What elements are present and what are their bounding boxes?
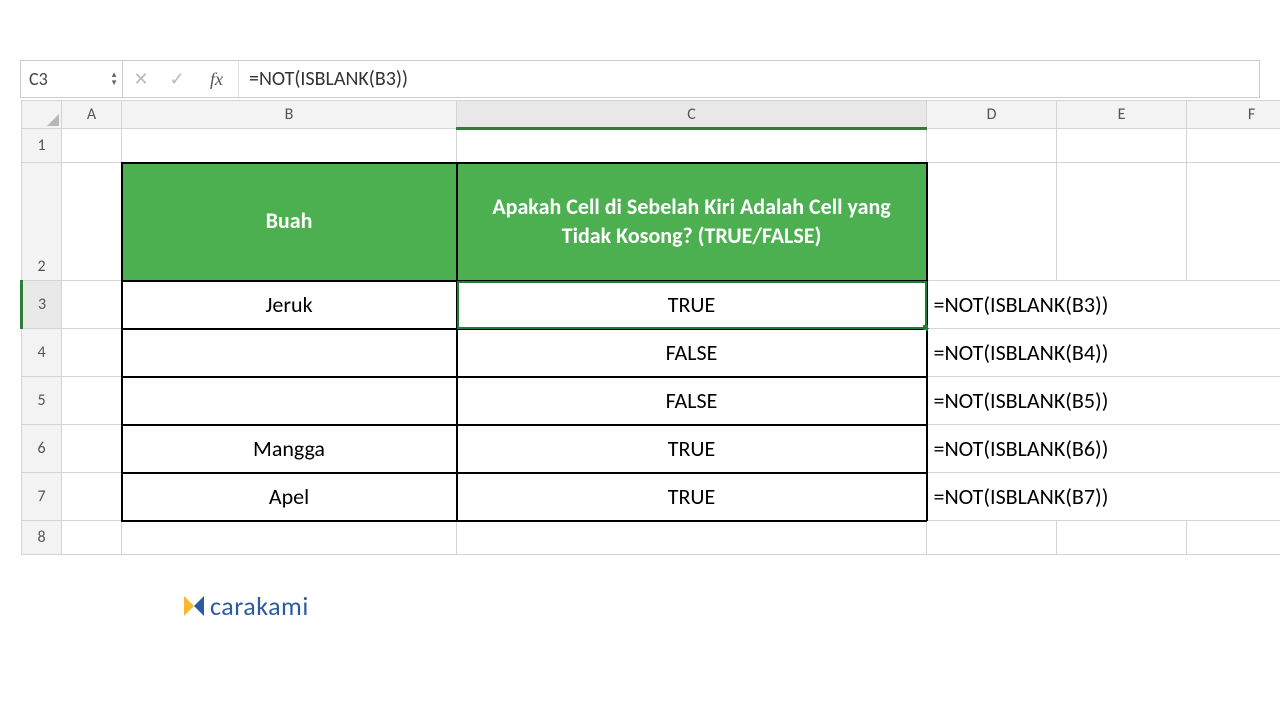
row-header[interactable]: 7 (22, 473, 62, 521)
cell-c8[interactable] (457, 521, 927, 555)
cell-a7[interactable] (62, 473, 122, 521)
spreadsheet-grid[interactable]: A B C D E F 1 2 Buah Apakah (20, 100, 1280, 555)
formula-text: =NOT(ISBLANK(B3)) (249, 67, 408, 91)
col-header-b[interactable]: B (122, 101, 457, 129)
check-icon: ✓ (169, 68, 184, 90)
cell-formula[interactable]: =NOT(ISBLANK(B7)) (927, 473, 1280, 521)
col-header-f[interactable]: F (1187, 101, 1280, 129)
col-header-a[interactable]: A (62, 101, 122, 129)
name-box-stepper[interactable]: ▲ ▼ (110, 61, 118, 97)
cell-a6[interactable] (62, 425, 122, 473)
select-all-corner[interactable] (22, 101, 62, 129)
row-header[interactable]: 5 (22, 377, 62, 425)
row-header[interactable]: 2 (22, 163, 62, 281)
accept-formula-button[interactable]: ✓ (159, 61, 195, 97)
table-header-fruit[interactable]: Buah (122, 163, 457, 281)
cell-fruit[interactable] (122, 377, 457, 425)
row-header[interactable]: 6 (22, 425, 62, 473)
cell-fruit[interactable]: Apel (122, 473, 457, 521)
brand-logo: carakami (180, 590, 309, 622)
cell-result[interactable]: FALSE (457, 377, 927, 425)
close-icon: ✕ (133, 68, 148, 90)
cell-a3[interactable] (62, 281, 122, 329)
row-header[interactable]: 4 (22, 329, 62, 377)
cell-formula[interactable]: =NOT(ISBLANK(B3)) (927, 281, 1280, 329)
row-header[interactable]: 8 (22, 521, 62, 555)
cell-e1[interactable] (1057, 129, 1187, 163)
cell-reference: C3 (29, 68, 48, 90)
col-header-d[interactable]: D (927, 101, 1057, 129)
cell-result[interactable]: TRUE (457, 425, 927, 473)
cell-b1[interactable] (122, 129, 457, 163)
cell-d1[interactable] (927, 129, 1057, 163)
cell-result[interactable]: TRUE (457, 473, 927, 521)
cell-d2[interactable] (927, 163, 1057, 281)
cell-fruit[interactable] (122, 329, 457, 377)
cell-a8[interactable] (62, 521, 122, 555)
cell-d8[interactable] (927, 521, 1057, 555)
formula-input[interactable]: =NOT(ISBLANK(B3)) (239, 61, 1259, 97)
cell-a1[interactable] (62, 129, 122, 163)
cell-e8[interactable] (1057, 521, 1187, 555)
table-header-result[interactable]: Apakah Cell di Sebelah Kiri Adalah Cell … (457, 163, 927, 281)
cell-f2[interactable] (1187, 163, 1280, 281)
cell-formula[interactable]: =NOT(ISBLANK(B4)) (927, 329, 1280, 377)
cell-formula[interactable]: =NOT(ISBLANK(B6)) (927, 425, 1280, 473)
cell-c1[interactable] (457, 129, 927, 163)
cell-f8[interactable] (1187, 521, 1280, 555)
cell-result[interactable]: FALSE (457, 329, 927, 377)
name-box[interactable]: C3 ▲ ▼ (21, 61, 123, 97)
column-header-row: A B C D E F (22, 101, 1280, 129)
row-header[interactable]: 1 (22, 129, 62, 163)
col-header-c[interactable]: C (457, 101, 927, 129)
brand-text: carakami (210, 590, 309, 622)
cell-b8[interactable] (122, 521, 457, 555)
cell-a5[interactable] (62, 377, 122, 425)
chevron-down-icon: ▼ (110, 79, 118, 87)
insert-function-button[interactable]: fx (195, 61, 239, 97)
formula-bar: C3 ▲ ▼ ✕ ✓ fx =NOT(ISBLANK(B3)) (20, 60, 1260, 98)
cell-fruit[interactable]: Mangga (122, 425, 457, 473)
cell-a4[interactable] (62, 329, 122, 377)
cell-f1[interactable] (1187, 129, 1280, 163)
cancel-formula-button[interactable]: ✕ (123, 61, 159, 97)
cell-formula[interactable]: =NOT(ISBLANK(B5)) (927, 377, 1280, 425)
cell-e2[interactable] (1057, 163, 1187, 281)
brand-icon (180, 594, 204, 618)
fx-icon: fx (210, 69, 223, 90)
cell-fruit[interactable]: Jeruk (122, 281, 457, 329)
cell-result[interactable]: TRUE (457, 281, 927, 329)
row-header[interactable]: 3 (22, 281, 62, 329)
col-header-e[interactable]: E (1057, 101, 1187, 129)
cell-a2[interactable] (62, 163, 122, 281)
